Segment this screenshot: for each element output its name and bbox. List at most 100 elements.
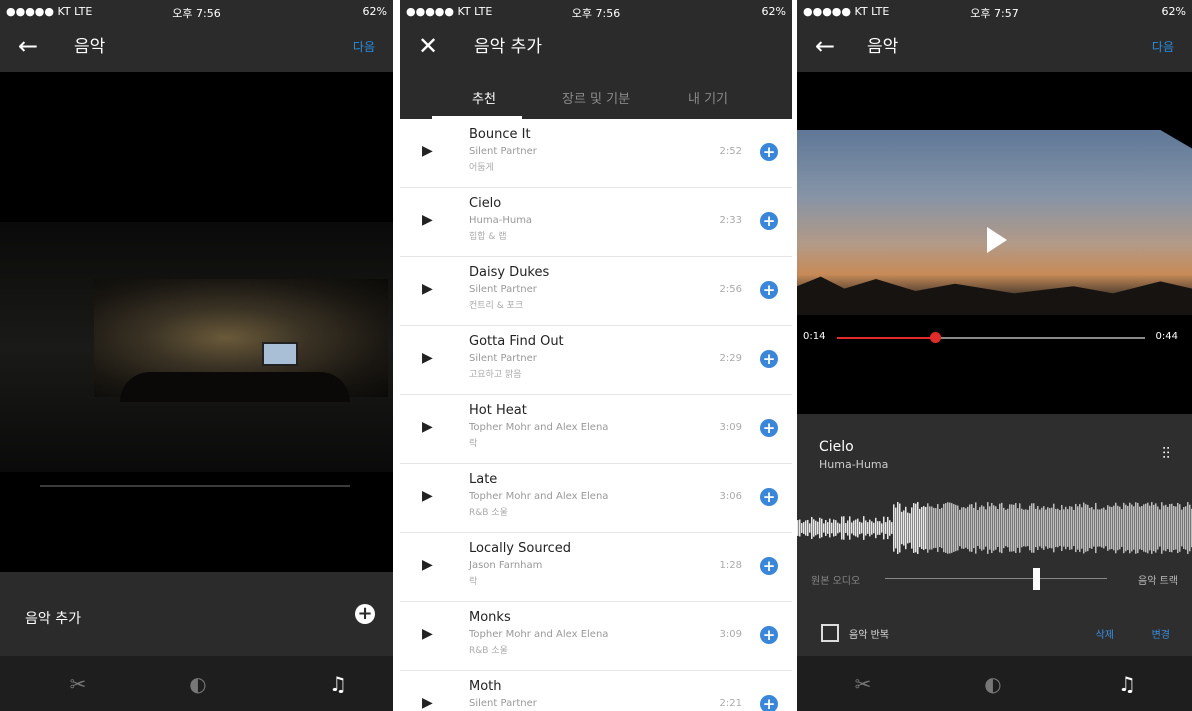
track-duration: 3:09 bbox=[719, 422, 742, 433]
track-row[interactable]: ▶ Moth Silent Partner 2:21 + bbox=[400, 671, 792, 711]
add-track-icon[interactable]: + bbox=[760, 626, 778, 644]
waveform-bar bbox=[1111, 506, 1113, 550]
waveform-bar bbox=[847, 520, 849, 536]
add-track-icon[interactable]: + bbox=[760, 143, 778, 161]
play-icon[interactable]: ▶ bbox=[422, 695, 433, 711]
play-icon[interactable]: ▶ bbox=[422, 488, 433, 504]
add-track-icon[interactable]: + bbox=[760, 557, 778, 575]
play-icon[interactable]: ▶ bbox=[422, 557, 433, 573]
add-circle-icon[interactable]: + bbox=[355, 604, 375, 624]
play-icon[interactable] bbox=[987, 227, 1007, 253]
audio-mix-slider[interactable] bbox=[885, 578, 1107, 579]
equalizer-icon[interactable]: ⫶⫶ bbox=[1162, 444, 1170, 464]
waveform-bar bbox=[891, 522, 893, 534]
waveform-bar bbox=[1125, 504, 1127, 552]
waveform-bar bbox=[963, 507, 965, 549]
waveform-bar bbox=[923, 506, 925, 550]
track-duration: 3:06 bbox=[719, 491, 742, 502]
track-row[interactable]: ▶ Locally Sourced Jason Farnham 락 1:28 + bbox=[400, 533, 792, 602]
battery-label: 62% bbox=[1161, 5, 1186, 18]
next-button[interactable]: 다음 bbox=[1152, 38, 1174, 55]
play-icon[interactable]: ▶ bbox=[422, 281, 433, 297]
app-bar: ← 음악 다음 bbox=[797, 22, 1192, 72]
waveform-bar bbox=[829, 518, 831, 538]
track-row[interactable]: ▶ Hot Heat Topher Mohr and Alex Elena 락 3:09… bbox=[400, 395, 792, 464]
play-icon[interactable]: ▶ bbox=[422, 143, 433, 159]
add-track-icon[interactable]: + bbox=[760, 419, 778, 437]
back-arrow-icon[interactable]: ← bbox=[18, 32, 38, 60]
add-track-icon[interactable]: + bbox=[760, 350, 778, 368]
track-row[interactable]: ▶ Bounce It Silent Partner 어둠게 2:52 + bbox=[400, 119, 792, 188]
track-row[interactable]: ▶ Late Topher Mohr and Alex Elena R&B 소울 3:0… bbox=[400, 464, 792, 533]
battery-label: 62% bbox=[761, 5, 786, 18]
waveform-bar bbox=[1075, 503, 1077, 553]
waveform-bar bbox=[797, 520, 799, 536]
filter-icon[interactable]: ◐ bbox=[973, 672, 1013, 696]
waveform-bar bbox=[973, 507, 975, 549]
video-preview[interactable] bbox=[0, 72, 393, 572]
add-music-label: 음악 추가 bbox=[25, 611, 81, 627]
waveform-bar bbox=[877, 521, 879, 535]
add-track-icon[interactable]: + bbox=[760, 695, 778, 711]
waveform-bar bbox=[1053, 503, 1055, 553]
add-track-icon[interactable]: + bbox=[760, 488, 778, 506]
waveform-bar bbox=[1119, 506, 1121, 550]
song-artist: Huma-Huma bbox=[819, 458, 889, 471]
waveform-bar bbox=[931, 506, 933, 550]
play-icon[interactable]: ▶ bbox=[422, 419, 433, 435]
scissors-icon[interactable]: ✂ bbox=[58, 672, 98, 696]
track-title: Late bbox=[469, 472, 498, 487]
change-button[interactable]: 변경 bbox=[1152, 626, 1170, 641]
waveform-bar bbox=[955, 504, 957, 552]
add-track-icon[interactable]: + bbox=[760, 212, 778, 230]
audio-waveform[interactable] bbox=[797, 502, 1192, 554]
app-bar: ← 음악 다음 bbox=[0, 22, 393, 72]
add-music-bar[interactable]: 음악 추가 + bbox=[0, 572, 393, 656]
music-note-icon[interactable]: ♫ bbox=[318, 672, 358, 696]
track-row[interactable]: ▶ Daisy Dukes Silent Partner 컨트리 & 포크 2:56 + bbox=[400, 257, 792, 326]
play-icon[interactable]: ▶ bbox=[422, 626, 433, 642]
waveform-bar bbox=[979, 507, 981, 549]
track-title: Daisy Dukes bbox=[469, 265, 550, 280]
waveform-bar bbox=[873, 522, 875, 534]
delete-button[interactable]: 삭제 bbox=[1096, 626, 1114, 641]
tab-genre-mood[interactable]: 장르 및 기분 bbox=[562, 88, 630, 107]
tab-recommended[interactable]: 추천 bbox=[472, 88, 496, 107]
waveform-bar bbox=[821, 518, 823, 538]
track-row[interactable]: ▶ Cielo Huma-Huma 힙합 & 랩 2:33 + bbox=[400, 188, 792, 257]
play-icon[interactable]: ▶ bbox=[422, 212, 433, 228]
waveform-bar bbox=[967, 506, 969, 550]
video-preview[interactable]: 0:14 0:44 bbox=[797, 72, 1192, 414]
scissors-icon[interactable]: ✂ bbox=[843, 672, 883, 696]
tab-my-device[interactable]: 내 기기 bbox=[688, 88, 728, 107]
filter-icon[interactable]: ◐ bbox=[178, 672, 218, 696]
waveform-bar bbox=[1153, 504, 1155, 552]
waveform-bar bbox=[841, 516, 843, 540]
track-genre: 락 bbox=[469, 577, 478, 587]
waveform-bar bbox=[947, 502, 949, 554]
close-icon[interactable]: ✕ bbox=[418, 32, 438, 60]
waveform-bar bbox=[1105, 509, 1107, 547]
waveform-bar bbox=[1055, 508, 1057, 548]
waveform-bar bbox=[1107, 505, 1109, 551]
waveform-bar bbox=[833, 519, 835, 537]
waveform-bar bbox=[909, 513, 911, 543]
seek-handle[interactable] bbox=[929, 332, 941, 343]
waveform-bar bbox=[949, 502, 951, 554]
play-icon[interactable]: ▶ bbox=[422, 350, 433, 366]
track-row[interactable]: ▶ Gotta Find Out Silent Partner 고요하고 맑음 2:29… bbox=[400, 326, 792, 395]
waveform-bar bbox=[1093, 509, 1095, 547]
add-track-icon[interactable]: + bbox=[760, 281, 778, 299]
track-title: Hot Heat bbox=[469, 403, 527, 418]
loop-music-checkbox[interactable] bbox=[821, 624, 839, 642]
waveform-bar bbox=[1123, 502, 1125, 554]
music-note-icon[interactable]: ♫ bbox=[1107, 672, 1147, 696]
back-arrow-icon[interactable]: ← bbox=[815, 32, 835, 60]
track-row[interactable]: ▶ Monks Topher Mohr and Alex Elena R&B 소울 3:… bbox=[400, 602, 792, 671]
status-bar: ●●●●● KT LTE 오후 7:56 62% bbox=[400, 0, 792, 22]
next-button[interactable]: 다음 bbox=[353, 38, 375, 55]
waveform-bar bbox=[1063, 509, 1065, 547]
waveform-bar bbox=[845, 523, 847, 533]
waveform-bar bbox=[1017, 508, 1019, 548]
audio-mix-handle[interactable] bbox=[1032, 568, 1040, 590]
